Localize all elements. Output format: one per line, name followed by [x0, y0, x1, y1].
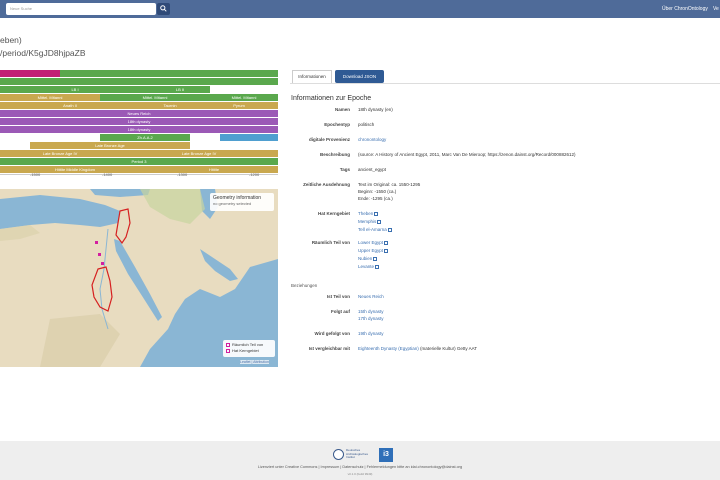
rel-comparable: Eighteenth Dynasty (Egyptian) (materiell… — [358, 346, 477, 351]
i3-logo-icon[interactable]: i3 — [379, 448, 393, 462]
external-link-icon[interactable] — [374, 211, 379, 216]
field-value-tags: ancient_egypt — [358, 167, 387, 172]
rel-follows-link[interactable]: 17th dynasty — [358, 316, 384, 321]
part-item-label[interactable]: Upper Egypt — [358, 248, 383, 253]
timeline-period-bar[interactable]: Anath II — [0, 102, 140, 109]
core-item-label[interactable]: Theben — [358, 211, 373, 216]
section-title: Informationen zur Epoche — [291, 95, 372, 102]
timeline-period-bar[interactable]: Taurnin — [140, 102, 200, 109]
timeline-period-bar[interactable]: Period 3 — [0, 158, 278, 165]
field-label: Namen — [334, 107, 350, 112]
core-item-label[interactable]: Memphis — [358, 219, 376, 224]
field-value-description: (source: A History of Ancient Egypt, 201… — [358, 152, 576, 157]
timeline-period-bar[interactable] — [0, 70, 60, 77]
timeline-period-bar[interactable]: Hittite Middle Kingdom — [0, 166, 150, 173]
core-item-link[interactable]: Theben — [358, 211, 379, 216]
field-label: Tags — [339, 167, 350, 172]
field-value-type: politisch — [358, 122, 375, 127]
field-label: Epochentyp — [324, 122, 350, 127]
search-button[interactable] — [157, 3, 170, 15]
time-begin: Beginn: -1550 (ca.) — [358, 189, 397, 194]
field-value-names: 18th dynasty (en) — [358, 107, 393, 112]
field-label: Hat Kerngebiet — [317, 211, 350, 216]
timeline-period-bar[interactable]: LB II — [150, 86, 210, 93]
external-link-icon[interactable] — [375, 264, 380, 269]
dai-logo-icon[interactable] — [333, 449, 344, 460]
search-icon — [160, 5, 167, 12]
nav-about-link[interactable]: Über ChronOntology — [662, 6, 708, 12]
part-item-link[interactable]: Nubien — [358, 256, 378, 261]
geometry-info-panel: Geometry information no geometry selecte… — [210, 193, 274, 211]
timeline-tick: -1200 — [249, 172, 260, 177]
part-item-link[interactable]: Upper Egypt — [358, 248, 389, 253]
timeline-period-bar[interactable]: LB I — [0, 86, 150, 93]
core-item-link[interactable]: Memphis — [358, 219, 382, 224]
time-end: Ende: -1295 (ca.) — [358, 196, 393, 201]
field-label: Folgt auf — [331, 309, 350, 314]
part-item-label[interactable]: Nubien — [358, 256, 372, 261]
download-json-button[interactable]: Download JSON — [335, 70, 384, 83]
footer-version: v0.1.0 (build 9949) — [347, 472, 373, 476]
dai-logo-text: Deutsches Archäologisches Institut — [346, 448, 369, 459]
field-label: Beschreibung — [319, 152, 350, 157]
provenance-link[interactable]: chronontology — [358, 137, 386, 142]
search-input[interactable]: Neue Suche — [6, 3, 156, 15]
relations-heading: Beziehungen — [291, 283, 318, 288]
rel-follows-link[interactable]: 15th dynasty — [358, 309, 384, 314]
timeline-period-bar[interactable]: Mittel. Mitanni — [100, 94, 210, 101]
timeline-period-bar[interactable]: Mittel. Mitanni — [210, 94, 278, 101]
time-original: Text im Original: ca. 1550-1295 — [358, 182, 421, 187]
rel-part-of-link[interactable]: Neues Reich — [358, 294, 384, 299]
geometry-info-subtitle: no geometry selected — [213, 201, 252, 206]
part-item-link[interactable]: Levante — [358, 264, 380, 269]
rel-followed-by-link[interactable]: 19th dynasty — [358, 331, 384, 336]
timeline-period-bar[interactable] — [0, 78, 278, 85]
field-label: Zeitliche Ausdehnung — [303, 182, 350, 187]
field-label: Räumlich Teil von — [311, 240, 350, 245]
rel-comparable-link[interactable]: Eighteenth Dynasty (Egyptian) — [358, 346, 419, 351]
external-link-icon[interactable] — [387, 227, 392, 232]
rel-comparable-source: (materielle Kultur) Getty AAT — [420, 346, 477, 351]
core-item-link[interactable]: Tell el-Amarna — [358, 227, 392, 232]
timeline-tick: -1500 — [30, 172, 41, 177]
timeline-tick: -1400 — [102, 172, 113, 177]
timeline-period-bar[interactable]: 18th dynasty — [0, 126, 278, 133]
field-label: Ist vergleichbar mit — [308, 346, 350, 351]
external-link-icon[interactable] — [384, 240, 389, 245]
timeline-tick: -1300 — [177, 172, 188, 177]
core-item-label[interactable]: Tell el-Amarna — [358, 227, 387, 232]
timeline-period-bar[interactable]: Late Bronze Age — [30, 142, 190, 149]
part-item-label[interactable]: Lower Egypt — [358, 240, 383, 245]
navbar: Neue Suche Über ChronOntology Ve — [0, 0, 720, 18]
tab-informationen[interactable]: Informationen — [292, 70, 332, 83]
timeline-axis — [0, 174, 278, 175]
map-attribution[interactable]: Leaflet | Attribution — [240, 360, 269, 364]
external-link-icon[interactable] — [377, 219, 382, 224]
footer-links[interactable]: Lizenziert unter Creative Commons | Impr… — [0, 465, 720, 469]
timeline-period-bar[interactable]: Mittel. Mitanni — [0, 94, 100, 101]
part-item-link[interactable]: Lower Egypt — [358, 240, 389, 245]
tab-divider — [290, 83, 720, 84]
field-label: Wird gefolgt von — [314, 331, 350, 336]
external-link-icon[interactable] — [384, 248, 389, 253]
timeline-period-bar[interactable]: Late Bronze Age IV — [0, 150, 120, 157]
timeline-period-bar[interactable] — [60, 70, 278, 77]
page-uri: /period/K5gJD8hjpaZB — [0, 48, 86, 58]
part-item-label[interactable]: Levante — [358, 264, 374, 269]
page-title: eben) — [0, 35, 22, 45]
field-label: Ist Teil von — [326, 294, 350, 299]
field-label: digitale Provenienz — [308, 137, 350, 142]
external-link-icon[interactable] — [373, 256, 378, 261]
timeline-period-bar[interactable]: Zh.A.A.2 — [100, 134, 190, 141]
nav-language-link[interactable]: Ve — [713, 6, 719, 12]
